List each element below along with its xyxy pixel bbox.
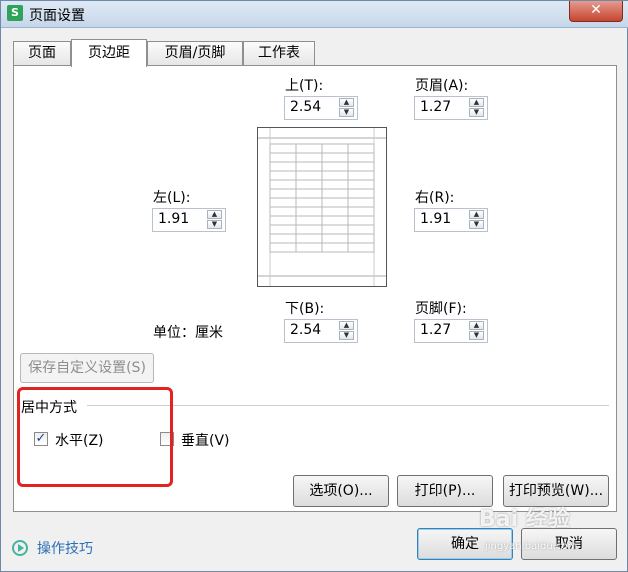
save-custom-settings-button[interactable]: 保存自定义设置(S)	[20, 353, 154, 383]
spin-down-icon[interactable]: ▼	[469, 331, 484, 340]
page-preview-graphic	[258, 128, 386, 286]
top-margin-value[interactable]: 2.54	[290, 99, 321, 115]
title-bar: S 页面设置 ✕	[1, 1, 628, 28]
bottom-margin-value[interactable]: 2.54	[290, 322, 321, 338]
tab-header-footer[interactable]: 页眉/页脚	[147, 41, 243, 65]
spin-down-icon[interactable]: ▼	[469, 220, 484, 229]
close-button[interactable]: ✕	[569, 1, 623, 22]
top-margin-input[interactable]: 2.54 ▲ ▼	[284, 96, 358, 120]
right-margin-value[interactable]: 1.91	[420, 211, 451, 227]
spin-up-icon[interactable]: ▲	[339, 98, 354, 107]
options-button[interactable]: 选项(O)...	[293, 475, 389, 507]
play-tips-icon[interactable]	[12, 540, 28, 556]
vertical-checkbox-label[interactable]: 垂直(V)	[181, 430, 230, 450]
header-margin-input[interactable]: 1.27 ▲ ▼	[414, 96, 488, 120]
bottom-margin-label: 下(B):	[285, 301, 325, 317]
spin-down-icon[interactable]: ▼	[469, 108, 484, 117]
right-margin-label: 右(R):	[415, 190, 455, 206]
spin-down-icon[interactable]: ▼	[339, 331, 354, 340]
header-margin-value[interactable]: 1.27	[420, 99, 451, 115]
spin-down-icon[interactable]: ▼	[207, 220, 222, 229]
tab-margins[interactable]: 页边距	[71, 39, 147, 67]
wps-spreadsheet-icon: S	[7, 5, 23, 21]
close-icon: ✕	[590, 2, 602, 18]
tab-page[interactable]: 页面	[13, 41, 71, 65]
left-margin-value[interactable]: 1.91	[158, 211, 189, 227]
left-margin-label: 左(L):	[153, 190, 191, 206]
top-margin-label: 上(T):	[285, 78, 324, 94]
left-margin-input[interactable]: 1.91 ▲ ▼	[152, 208, 226, 232]
page-setup-dialog: S 页面设置 ✕ 页面 页边距 页眉/页脚 工作表 上(T): 2.54 ▲ ▼ …	[0, 0, 628, 572]
watermark-logo: Bai 经验	[479, 507, 570, 532]
highlight-annotation	[17, 387, 173, 487]
right-margin-input[interactable]: 1.91 ▲ ▼	[414, 208, 488, 232]
window-title: 页面设置	[29, 8, 85, 24]
tips-link[interactable]: 操作技巧	[37, 538, 93, 558]
spin-up-icon[interactable]: ▲	[207, 210, 222, 219]
page-preview	[257, 127, 387, 287]
spin-down-icon[interactable]: ▼	[339, 108, 354, 117]
bottom-margin-input[interactable]: 2.54 ▲ ▼	[284, 319, 358, 343]
header-margin-label: 页眉(A):	[415, 78, 469, 94]
spin-up-icon[interactable]: ▲	[339, 321, 354, 330]
footer-margin-value[interactable]: 1.27	[420, 322, 451, 338]
watermark-url: jingyan.baidu.com	[485, 541, 578, 552]
spin-up-icon[interactable]: ▲	[469, 210, 484, 219]
spin-up-icon[interactable]: ▲	[469, 98, 484, 107]
footer-margin-label: 页脚(F):	[415, 301, 467, 317]
unit-label: 单位：厘米	[153, 325, 223, 341]
tab-sheet[interactable]: 工作表	[243, 41, 315, 65]
spin-up-icon[interactable]: ▲	[469, 321, 484, 330]
footer-margin-input[interactable]: 1.27 ▲ ▼	[414, 319, 488, 343]
